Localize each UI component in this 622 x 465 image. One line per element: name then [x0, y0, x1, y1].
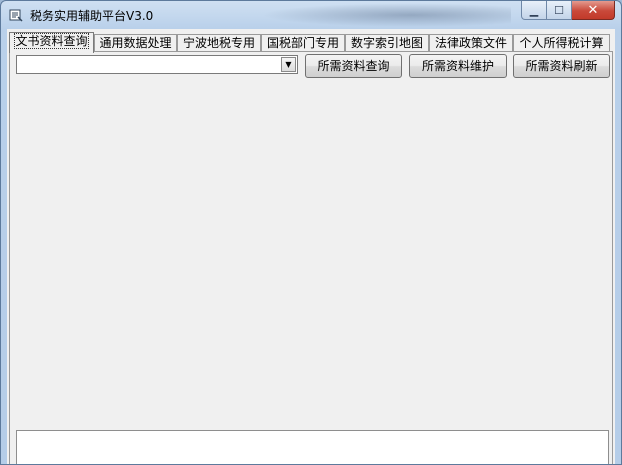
- tab-label: 数字索引地图: [350, 36, 423, 50]
- tab-income-tax-calc[interactable]: 个人所得税计算: [513, 34, 610, 52]
- tab-label: 宁波地税专用: [182, 36, 255, 50]
- minimize-icon: ▁: [529, 3, 539, 17]
- refresh-button[interactable]: 所需资料刷新: [513, 54, 610, 78]
- title-bar[interactable]: 税务实用辅助平台V3.0 ▁ ☐ ✕: [1, 1, 621, 29]
- app-window: 税务实用辅助平台V3.0 ▁ ☐ ✕ 文书资料查询 通用数据处理 宁波地税专用: [0, 0, 622, 465]
- close-icon: ✕: [587, 2, 599, 18]
- tab-general-data[interactable]: 通用数据处理: [94, 34, 177, 52]
- tab-label: 个人所得税计算: [519, 36, 604, 50]
- maximize-button[interactable]: ☐: [547, 1, 572, 20]
- close-button[interactable]: ✕: [572, 1, 615, 20]
- maximize-icon: ☐: [554, 3, 564, 17]
- maintain-button[interactable]: 所需资料维护: [409, 54, 507, 78]
- tab-index-map[interactable]: 数字索引地图: [345, 34, 429, 52]
- tab-label: 通用数据处理: [99, 36, 172, 50]
- window-controls: ▁ ☐ ✕: [521, 1, 615, 21]
- tab-label: 国税部门专用: [266, 36, 339, 50]
- client-area: 文书资料查询 通用数据处理 宁波地税专用 国税部门专用 数字索引地图 法律政策文…: [7, 29, 615, 464]
- app-icon: [9, 9, 23, 22]
- tab-document-query[interactable]: 文书资料查询: [9, 32, 94, 53]
- window-title: 税务实用辅助平台V3.0: [30, 9, 154, 23]
- chevron-down-icon: ▼: [285, 60, 292, 69]
- material-select[interactable]: ▼: [16, 55, 298, 74]
- tab-national-tax[interactable]: 国税部门专用: [261, 34, 345, 52]
- minimize-button[interactable]: ▁: [521, 1, 547, 20]
- tab-label: 文书资料查询: [14, 33, 89, 49]
- output-textarea[interactable]: [16, 430, 609, 464]
- query-button[interactable]: 所需资料查询: [305, 54, 402, 78]
- tab-law-policy[interactable]: 法律政策文件: [429, 34, 513, 52]
- titlebar-background: [261, 3, 511, 27]
- tab-label: 法律政策文件: [434, 36, 507, 50]
- dropdown-button[interactable]: ▼: [281, 57, 296, 72]
- tab-panel: [9, 51, 613, 464]
- tab-ningbo-tax[interactable]: 宁波地税专用: [177, 34, 261, 52]
